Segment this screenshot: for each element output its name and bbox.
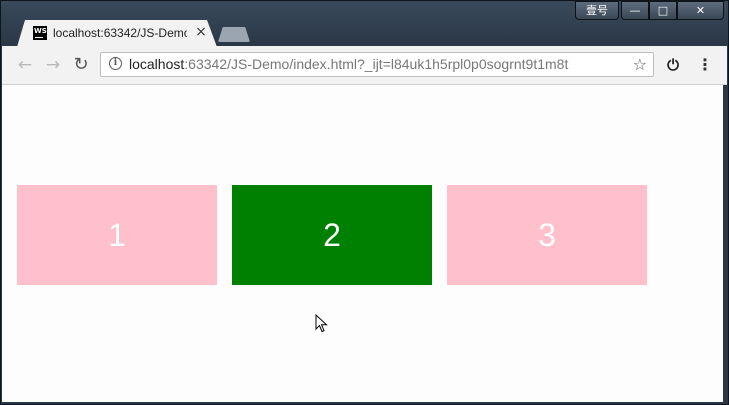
- page-viewport: 1 2 3: [2, 85, 723, 402]
- browser-toolbar: ← → ↻ i localhost:63342/JS-Demo/index.ht…: [2, 46, 727, 85]
- forward-button[interactable]: →: [42, 54, 64, 76]
- user-profile-button[interactable]: 壹号: [575, 1, 619, 20]
- box-2-label: 2: [323, 217, 341, 253]
- box-3-label: 3: [538, 217, 556, 253]
- kebab-menu-icon[interactable]: ⋮: [695, 54, 715, 76]
- new-tab-button[interactable]: [218, 27, 250, 42]
- info-icon[interactable]: i: [109, 57, 122, 70]
- browser-tab[interactable]: WS localhost:63342/JS-Demo ×: [17, 20, 217, 47]
- minimize-button[interactable]: —: [621, 1, 649, 20]
- mouse-cursor-icon: [315, 314, 328, 333]
- webstorm-icon: WS: [33, 26, 47, 40]
- box-1-label: 1: [108, 217, 126, 253]
- reload-button[interactable]: ↻: [70, 54, 92, 76]
- close-window-button[interactable]: ✕: [677, 1, 724, 20]
- url-path: :63342/JS-Demo/index.html?_ijt=l84uk1h5r…: [184, 56, 569, 72]
- maximize-button[interactable]: □: [649, 1, 677, 20]
- tab-strip: WS localhost:63342/JS-Demo × 壹号 — □ ✕: [1, 1, 728, 47]
- window-controls: 壹号 — □ ✕: [575, 1, 724, 20]
- tab-close-icon[interactable]: ×: [193, 24, 209, 40]
- tab-title: localhost:63342/JS-Demo: [53, 26, 187, 40]
- bookmark-star-icon[interactable]: ☆: [633, 55, 647, 74]
- box-1[interactable]: 1: [17, 185, 217, 285]
- url-text[interactable]: localhost:63342/JS-Demo/index.html?_ijt=…: [129, 56, 619, 73]
- box-2[interactable]: 2: [232, 185, 432, 285]
- box-3[interactable]: 3: [447, 185, 647, 285]
- back-button[interactable]: ←: [14, 54, 36, 76]
- favicon-text: WS: [34, 27, 47, 35]
- power-icon[interactable]: ⏻: [663, 54, 683, 76]
- browser-window: WS localhost:63342/JS-Demo × 壹号 — □ ✕ ← …: [0, 0, 729, 405]
- url-host: localhost: [129, 56, 185, 72]
- address-bar[interactable]: i localhost:63342/JS-Demo/index.html?_ij…: [100, 52, 654, 77]
